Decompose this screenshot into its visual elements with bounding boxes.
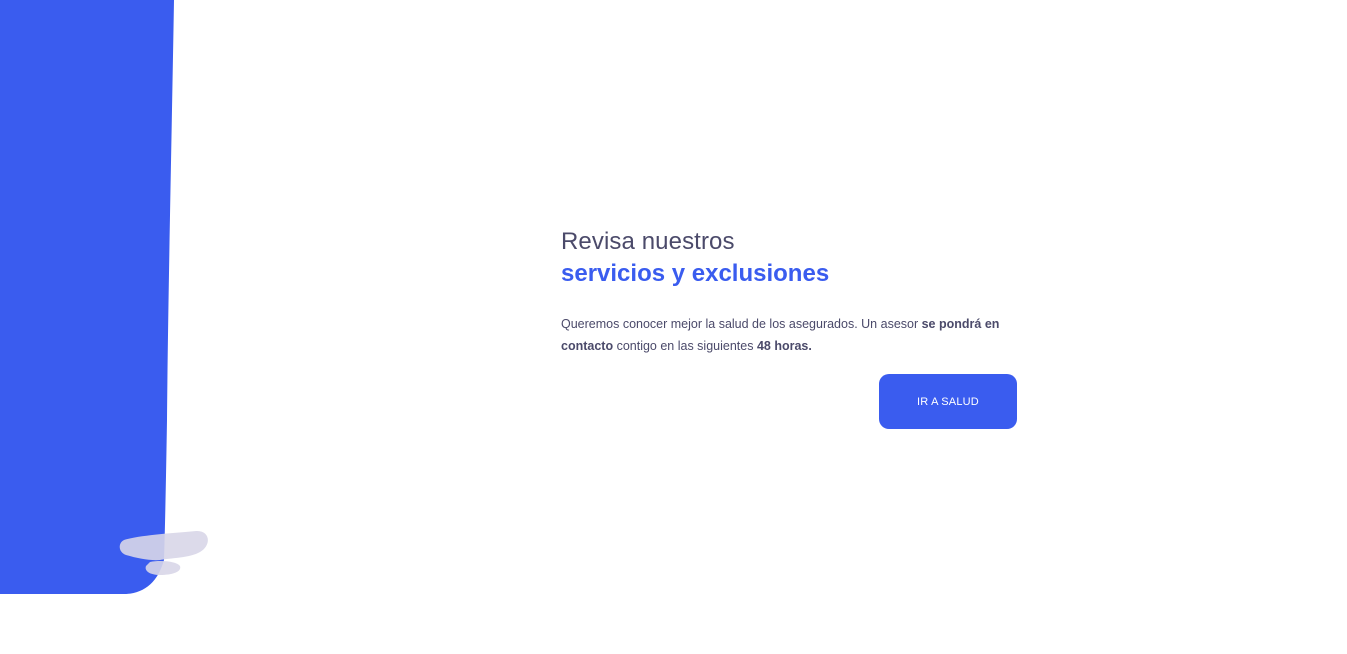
hero-content: Revisa nuestros servicios y exclusiones …: [561, 227, 1021, 370]
blue-brush-panel: [0, 0, 174, 594]
ir-a-salud-button[interactable]: IR A SALUD: [879, 374, 1017, 429]
brush-smudge-shadow-small: [145, 561, 181, 575]
hero-title-line1: Revisa nuestros: [561, 228, 735, 255]
page: Revisa nuestros servicios y exclusiones …: [0, 0, 1347, 654]
description-bold-2: 48 horas.: [756, 339, 812, 353]
blue-decorative-shape: [0, 0, 208, 594]
hero-description: Queremos conocer mejor la salud de los a…: [561, 313, 1001, 357]
hero-title-line2: servicios y exclusiones: [561, 260, 830, 287]
description-text-1: Queremos conocer mejor la salud de los a…: [561, 317, 922, 331]
description-text-2: contigo en las siguientes: [613, 339, 757, 353]
